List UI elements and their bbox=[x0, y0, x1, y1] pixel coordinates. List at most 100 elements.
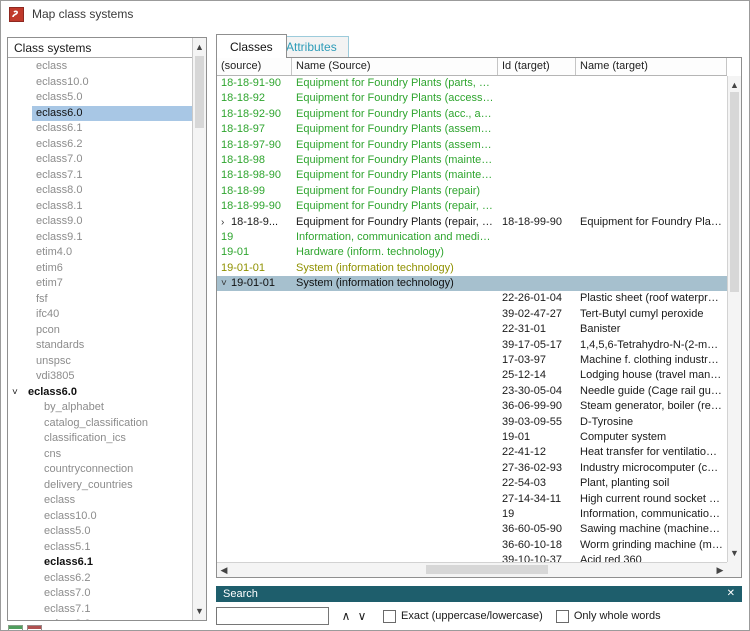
table-row[interactable]: 18-18-99 Equipment for Foundry Plants (re… bbox=[217, 184, 727, 199]
left-scrollbar[interactable]: ▲ ▼ bbox=[192, 38, 206, 620]
scroll-down-icon[interactable]: ▼ bbox=[193, 606, 206, 616]
table-row[interactable]: 39-10-10-37 Acid red 360 bbox=[217, 553, 727, 562]
tree-item-eclass7.1[interactable]: eclass7.1 bbox=[8, 602, 192, 618]
tree-item-eclass6.1[interactable]: eclass6.1 bbox=[8, 555, 192, 571]
table-row[interactable]: 23-30-05-04 Needle guide (Cage rail guide… bbox=[217, 384, 727, 399]
statusbar-table-icon[interactable] bbox=[8, 625, 23, 630]
tree-item-label: eclass6.0 bbox=[28, 385, 77, 398]
tree-item-eclass6.1[interactable]: eclass6.1 bbox=[8, 121, 192, 137]
tree-item-etim6[interactable]: etim6 bbox=[8, 261, 192, 277]
tree-item-delivery_countries[interactable]: delivery_countries bbox=[8, 478, 192, 494]
left-scrollbar-thumb[interactable] bbox=[195, 56, 204, 128]
tree-item-classification_ics[interactable]: classification_ics bbox=[8, 431, 192, 447]
tree-item-eclass8.1[interactable]: eclass8.1 bbox=[8, 199, 192, 215]
search-previous-button[interactable]: ∧ bbox=[338, 607, 354, 625]
table-scroll-up-icon[interactable]: ▲ bbox=[728, 80, 741, 90]
table-row[interactable]: › 18-18-9... Equipment for Foundry Plants … bbox=[217, 215, 727, 230]
tree-item-catalog_classification[interactable]: catalog_classification bbox=[8, 416, 192, 432]
table-scroll-right-icon[interactable]: ▶ bbox=[713, 563, 727, 577]
table-row[interactable]: 22-54-03 Plant, planting soil bbox=[217, 476, 727, 491]
table-row[interactable]: 19 Information, communication and media t… bbox=[217, 230, 727, 245]
column-header-id-source[interactable]: (source) bbox=[217, 58, 292, 75]
search-next-button[interactable]: ∨ bbox=[354, 607, 370, 625]
tree-item-pcon[interactable]: pcon bbox=[8, 323, 192, 339]
tree-item-eclass7.0[interactable]: eclass7.0 bbox=[8, 586, 192, 602]
table-row[interactable]: 18-18-98-90 Equipment for Foundry Plants … bbox=[217, 168, 727, 183]
tree-item-ifc40[interactable]: ifc40 bbox=[8, 307, 192, 323]
tree-item-eclass10.0[interactable]: eclass10.0 bbox=[8, 75, 192, 91]
tree-item-eclass5.1[interactable]: eclass5.1 bbox=[8, 540, 192, 556]
close-search-icon[interactable]: ✕ bbox=[727, 589, 735, 599]
table-row[interactable]: 18-18-97-90 Equipment for Foundry Plants … bbox=[217, 138, 727, 153]
tree-item-eclass[interactable]: eclass bbox=[8, 493, 192, 509]
tree-item-eclass9.0[interactable]: eclass9.0 bbox=[8, 214, 192, 230]
table-row[interactable]: 17-03-97 Machine f. clothing industry, le… bbox=[217, 353, 727, 368]
table-row[interactable]: 39-02-47-27 Tert-Butyl cumyl peroxide bbox=[217, 307, 727, 322]
chevron-down-icon[interactable]: ˅ bbox=[12, 387, 23, 398]
table-row[interactable]: 18-18-92-90 Equipment for Foundry Plants … bbox=[217, 107, 727, 122]
tree-item-eclass6.2[interactable]: eclass6.2 bbox=[8, 571, 192, 587]
table-row[interactable]: 18-18-91-90 Equipment for Foundry Plants … bbox=[217, 76, 727, 91]
table-row[interactable]: 18-18-92 Equipment for Foundry Plants (ac… bbox=[217, 91, 727, 106]
table-row[interactable]: 19 Information, communication a... bbox=[217, 507, 727, 522]
tree-item-eclass10.0[interactable]: eclass10.0 bbox=[8, 509, 192, 525]
tree-item-eclass6.2[interactable]: eclass6.2 bbox=[8, 137, 192, 153]
tree-item-eclass8.0[interactable]: eclass8.0 bbox=[8, 183, 192, 199]
tree-item-unspsc[interactable]: unspsc bbox=[8, 354, 192, 370]
table-vertical-thumb[interactable] bbox=[730, 92, 739, 292]
table-scroll-left-icon[interactable]: ◀ bbox=[217, 563, 231, 577]
column-header-name-source[interactable]: Name (Source) bbox=[292, 58, 498, 75]
tree-item-eclass6.0[interactable]: eclass6.0 bbox=[8, 105, 192, 121]
scroll-up-icon[interactable]: ▲ bbox=[193, 42, 206, 52]
table-row[interactable]: 19-01-01 System (information technology) bbox=[217, 261, 727, 276]
titlebar[interactable]: Map class systems bbox=[1, 1, 749, 27]
table-row[interactable]: 18-18-99-90 Equipment for Foundry Plants … bbox=[217, 199, 727, 214]
tree-item-cns[interactable]: cns bbox=[8, 447, 192, 463]
tree-item-fsf[interactable]: fsf bbox=[8, 292, 192, 308]
table-scroll-down-icon[interactable]: ▼ bbox=[728, 548, 741, 558]
table-row[interactable]: 36-06-99-90 Steam generator, boiler (repa… bbox=[217, 399, 727, 414]
tree-item-by_alphabet[interactable]: by_alphabet bbox=[8, 400, 192, 416]
tree-item-countryconnection[interactable]: countryconnection bbox=[8, 462, 192, 478]
table-row[interactable]: 27-14-34-11 High current round socket out… bbox=[217, 492, 727, 507]
tree-item-vdi3805[interactable]: vdi3805 bbox=[8, 369, 192, 385]
tree-item-eclass5.0[interactable]: eclass5.0 bbox=[8, 524, 192, 540]
table-row[interactable]: 18-18-97 Equipment for Foundry Plants (as… bbox=[217, 122, 727, 137]
table-vertical-scrollbar[interactable]: ▲ ▼ bbox=[727, 76, 741, 562]
table-horizontal-scrollbar[interactable]: ◀ ▶ bbox=[217, 562, 727, 577]
table-horizontal-thumb[interactable] bbox=[426, 565, 549, 574]
tree-item-etim7[interactable]: etim7 bbox=[8, 276, 192, 292]
table-row[interactable]: 36-60-10-18 Worm grinding machine (mach..… bbox=[217, 538, 727, 553]
table-row[interactable]: 27-36-02-93 Industry microcomputer (conn.… bbox=[217, 461, 727, 476]
tree-item-eclass5.0[interactable]: eclass5.0 bbox=[8, 90, 192, 106]
tree-item-eclass8.0[interactable]: eclass8.0 bbox=[8, 617, 192, 620]
exact-checkbox[interactable] bbox=[383, 609, 396, 623]
expand-icon[interactable]: › bbox=[221, 215, 231, 230]
tab-classes[interactable]: Classes bbox=[216, 34, 287, 58]
table-row[interactable]: 39-03-09-55 D-Tyrosine bbox=[217, 415, 727, 430]
tree-item-eclass7.0[interactable]: eclass7.0 bbox=[8, 152, 192, 168]
table-row[interactable]: 19-01 Hardware (inform. technology) bbox=[217, 245, 727, 260]
table-row[interactable]: 39-17-05-17 1,4,5,6-Tetrahydro-N-(2-metho… bbox=[217, 338, 727, 353]
cell-id-source: 19 bbox=[217, 230, 292, 245]
tree-item-eclass[interactable]: eclass bbox=[8, 59, 192, 75]
tree-item-eclass6.0[interactable]: ˅ eclass6.0 bbox=[8, 385, 192, 401]
tree-item-etim4.0[interactable]: etim4.0 bbox=[8, 245, 192, 261]
collapse-icon[interactable]: ˅ bbox=[221, 276, 231, 291]
tree-item-eclass9.1[interactable]: eclass9.1 bbox=[8, 230, 192, 246]
search-input[interactable] bbox=[216, 607, 329, 625]
table-row[interactable]: 36-60-05-90 Sawing machine (machine tool.… bbox=[217, 522, 727, 537]
table-row[interactable]: 22-31-01 Banister bbox=[217, 322, 727, 337]
table-row[interactable]: 22-26-01-04 Plastic sheet (roof waterproo… bbox=[217, 291, 727, 306]
column-header-name-target[interactable]: Name (target) bbox=[576, 58, 727, 75]
column-header-id-target[interactable]: Id (target) bbox=[498, 58, 576, 75]
statusbar-sheet-icon[interactable] bbox=[27, 625, 42, 630]
table-row[interactable]: 25-12-14 Lodging house (travel manager... bbox=[217, 368, 727, 383]
table-row[interactable]: 18-18-98 Equipment for Foundry Plants (ma… bbox=[217, 153, 727, 168]
whole-words-checkbox[interactable] bbox=[555, 609, 569, 623]
tree-item-standards[interactable]: standards bbox=[8, 338, 192, 354]
table-row[interactable]: ˅ 19-01-01 System (information technology) bbox=[217, 276, 727, 292]
tree-item-eclass7.1[interactable]: eclass7.1 bbox=[8, 168, 192, 184]
table-row[interactable]: 19-01 Computer system bbox=[217, 430, 727, 445]
table-row[interactable]: 22-41-12 Heat transfer for ventilation sy… bbox=[217, 445, 727, 460]
